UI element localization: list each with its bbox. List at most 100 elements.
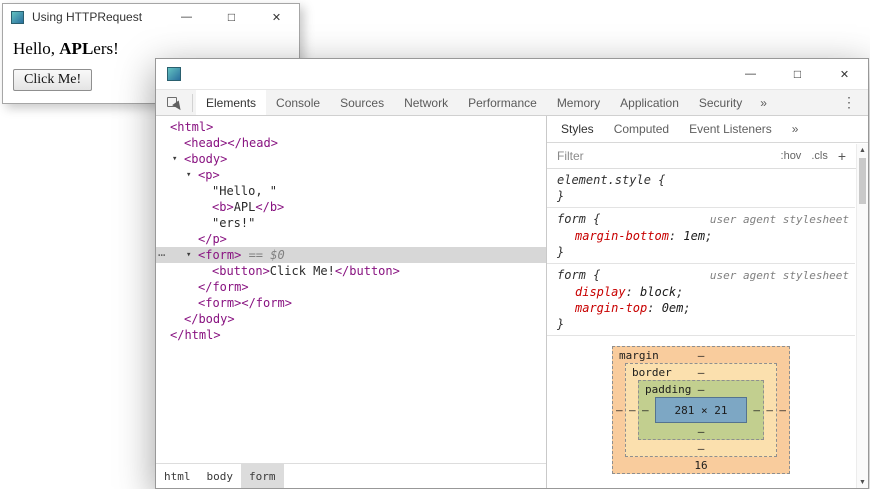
devtools-tab-bar: ElementsConsoleSourcesNetworkPerformance… xyxy=(156,89,868,116)
hov-toggle[interactable]: :hov xyxy=(781,150,802,162)
app-icon xyxy=(11,11,24,24)
maximize-button[interactable]: □ xyxy=(209,4,254,30)
cls-toggle[interactable]: .cls xyxy=(811,150,828,162)
styles-scrollbar[interactable]: ▲ ▼ xyxy=(856,144,868,488)
declaration-value: 0em xyxy=(662,301,684,315)
rule-selector[interactable]: form { xyxy=(557,267,600,284)
dom-tree-row[interactable]: </p> xyxy=(156,231,546,247)
style-declaration[interactable]: display: block; xyxy=(557,284,849,300)
tab-network[interactable]: Network xyxy=(394,90,458,115)
tab-performance[interactable]: Performance xyxy=(458,90,547,115)
tab-security[interactable]: Security xyxy=(689,90,752,115)
scroll-up-icon[interactable]: ▲ xyxy=(857,144,868,156)
indent-spacer xyxy=(156,271,200,272)
dom-token: </form> xyxy=(198,279,249,295)
sidebar-tabs-overflow-button[interactable]: » xyxy=(782,116,809,142)
stylesheet-origin: user agent stylesheet xyxy=(710,211,849,228)
indent-spacer xyxy=(156,127,158,128)
dom-tree: <html><head></head>▾<body>▾<p>"Hello, "<… xyxy=(156,116,546,463)
elements-panel: <html><head></head>▾<body>▾<p>"Hello, "<… xyxy=(156,116,546,488)
box-model-content[interactable]: 281 × 21 xyxy=(655,397,747,423)
sidebar-tab-styles[interactable]: Styles xyxy=(551,116,604,142)
scrollbar-thumb[interactable] xyxy=(859,158,866,204)
tab-memory[interactable]: Memory xyxy=(547,90,610,115)
tab-application[interactable]: Application xyxy=(610,90,689,115)
indent-spacer xyxy=(156,223,200,224)
style-declaration[interactable]: margin-bottom: 1em; xyxy=(557,228,849,244)
dom-tree-row[interactable]: </body> xyxy=(156,311,546,327)
dom-token: <head></head> xyxy=(184,135,278,151)
tab-console[interactable]: Console xyxy=(266,90,330,115)
padding-right-value[interactable]: – xyxy=(753,404,760,417)
margin-top-value[interactable]: – xyxy=(613,349,789,362)
dom-tree-row[interactable]: <head></head> xyxy=(156,135,546,151)
dom-token: <p> xyxy=(198,167,220,183)
dom-token: </p> xyxy=(198,231,227,247)
border-top-value[interactable]: – xyxy=(626,366,776,379)
border-bottom-value[interactable]: – xyxy=(626,442,776,455)
maximize-button[interactable]: □ xyxy=(774,59,821,89)
dom-tree-row[interactable]: "Hello, " xyxy=(156,183,546,199)
rule-selector[interactable]: form { xyxy=(557,211,600,228)
toolbar-divider xyxy=(192,94,193,112)
box-model-padding[interactable]: padding – – – – 281 × 21 xyxy=(638,380,764,440)
greeting-text: Hello, APLers! xyxy=(13,39,289,59)
breadcrumb-item-form[interactable]: form xyxy=(241,464,284,488)
tabs-overflow-button[interactable]: » xyxy=(752,96,775,110)
margin-bottom-value[interactable]: 16 xyxy=(613,459,789,472)
border-left-value[interactable]: – xyxy=(629,404,636,417)
sidebar-tab-computed[interactable]: Computed xyxy=(604,116,679,142)
styles-filter-bar: :hov .cls + xyxy=(547,143,868,169)
click-me-button[interactable]: Click Me! xyxy=(13,69,92,91)
padding-bottom-value[interactable]: – xyxy=(639,425,763,438)
style-rule: form {user agent stylesheetmargin-bottom… xyxy=(547,208,855,264)
filter-input[interactable] xyxy=(557,149,771,163)
indent-spacer xyxy=(156,175,186,176)
dom-tree-row[interactable]: ▾<p> xyxy=(156,167,546,183)
breadcrumb-item-body[interactable]: body xyxy=(199,464,242,488)
dom-tree-row[interactable]: <form></form> xyxy=(156,295,546,311)
breadcrumb-item-html[interactable]: html xyxy=(156,464,199,488)
devtools-titlebar: — □ ✕ xyxy=(156,59,868,89)
scroll-down-icon[interactable]: ▼ xyxy=(857,476,868,488)
sidebar-tab-event-listeners[interactable]: Event Listeners xyxy=(679,116,782,142)
dom-tree-row[interactable]: </form> xyxy=(156,279,546,295)
expand-arrow-icon[interactable]: ▾ xyxy=(186,247,198,263)
tab-sources[interactable]: Sources xyxy=(330,90,394,115)
margin-left-value[interactable]: – xyxy=(616,404,623,417)
dom-token: == $0 xyxy=(241,247,284,263)
close-button[interactable]: ✕ xyxy=(821,59,868,89)
expand-arrow-icon[interactable]: ▾ xyxy=(186,167,198,183)
indent-spacer xyxy=(156,287,186,288)
minimize-button[interactable]: — xyxy=(727,59,774,89)
style-rule-header: form {user agent stylesheet xyxy=(557,267,849,284)
expand-arrow-icon[interactable]: ▾ xyxy=(172,151,184,167)
inspect-element-icon[interactable] xyxy=(166,95,183,111)
dom-tree-row[interactable]: </html> xyxy=(156,327,546,343)
minimize-button[interactable]: — xyxy=(164,4,209,30)
border-right-value[interactable]: – xyxy=(766,404,773,417)
box-model-border[interactable]: border – – – – padding – – – – 28 xyxy=(625,363,777,457)
row-more-icon[interactable]: ⋯ xyxy=(158,247,165,263)
rule-selector[interactable]: element.style { xyxy=(557,172,665,188)
close-button[interactable]: ✕ xyxy=(254,4,299,30)
declaration-property: margin-bottom xyxy=(575,229,669,243)
indent-spacer xyxy=(156,319,172,320)
style-declaration[interactable]: margin-top: 0em; xyxy=(557,300,849,316)
dom-tree-row[interactable]: ⋯ ▾<form> == $0 xyxy=(156,247,546,263)
box-model-margin[interactable]: margin – – – 16 border – – – – padding xyxy=(612,346,790,474)
padding-top-value[interactable]: – xyxy=(639,383,763,396)
dom-token: <form> xyxy=(198,247,241,263)
margin-right-value[interactable]: – xyxy=(779,404,786,417)
dom-tree-row[interactable]: <html> xyxy=(156,119,546,135)
dom-token: "ers!" xyxy=(212,215,255,231)
padding-left-value[interactable]: – xyxy=(642,404,649,417)
tab-elements[interactable]: Elements xyxy=(196,90,266,115)
devtools-menu-icon[interactable]: ⋮ xyxy=(842,94,856,111)
dom-tree-row[interactable]: ▾<body> xyxy=(156,151,546,167)
dom-tree-row[interactable]: <b>APL</b> xyxy=(156,199,546,215)
dom-tree-row[interactable]: <button>Click Me!</button> xyxy=(156,263,546,279)
new-style-rule-button[interactable]: + xyxy=(838,148,846,164)
declaration-value: block xyxy=(640,285,676,299)
dom-tree-row[interactable]: "ers!" xyxy=(156,215,546,231)
